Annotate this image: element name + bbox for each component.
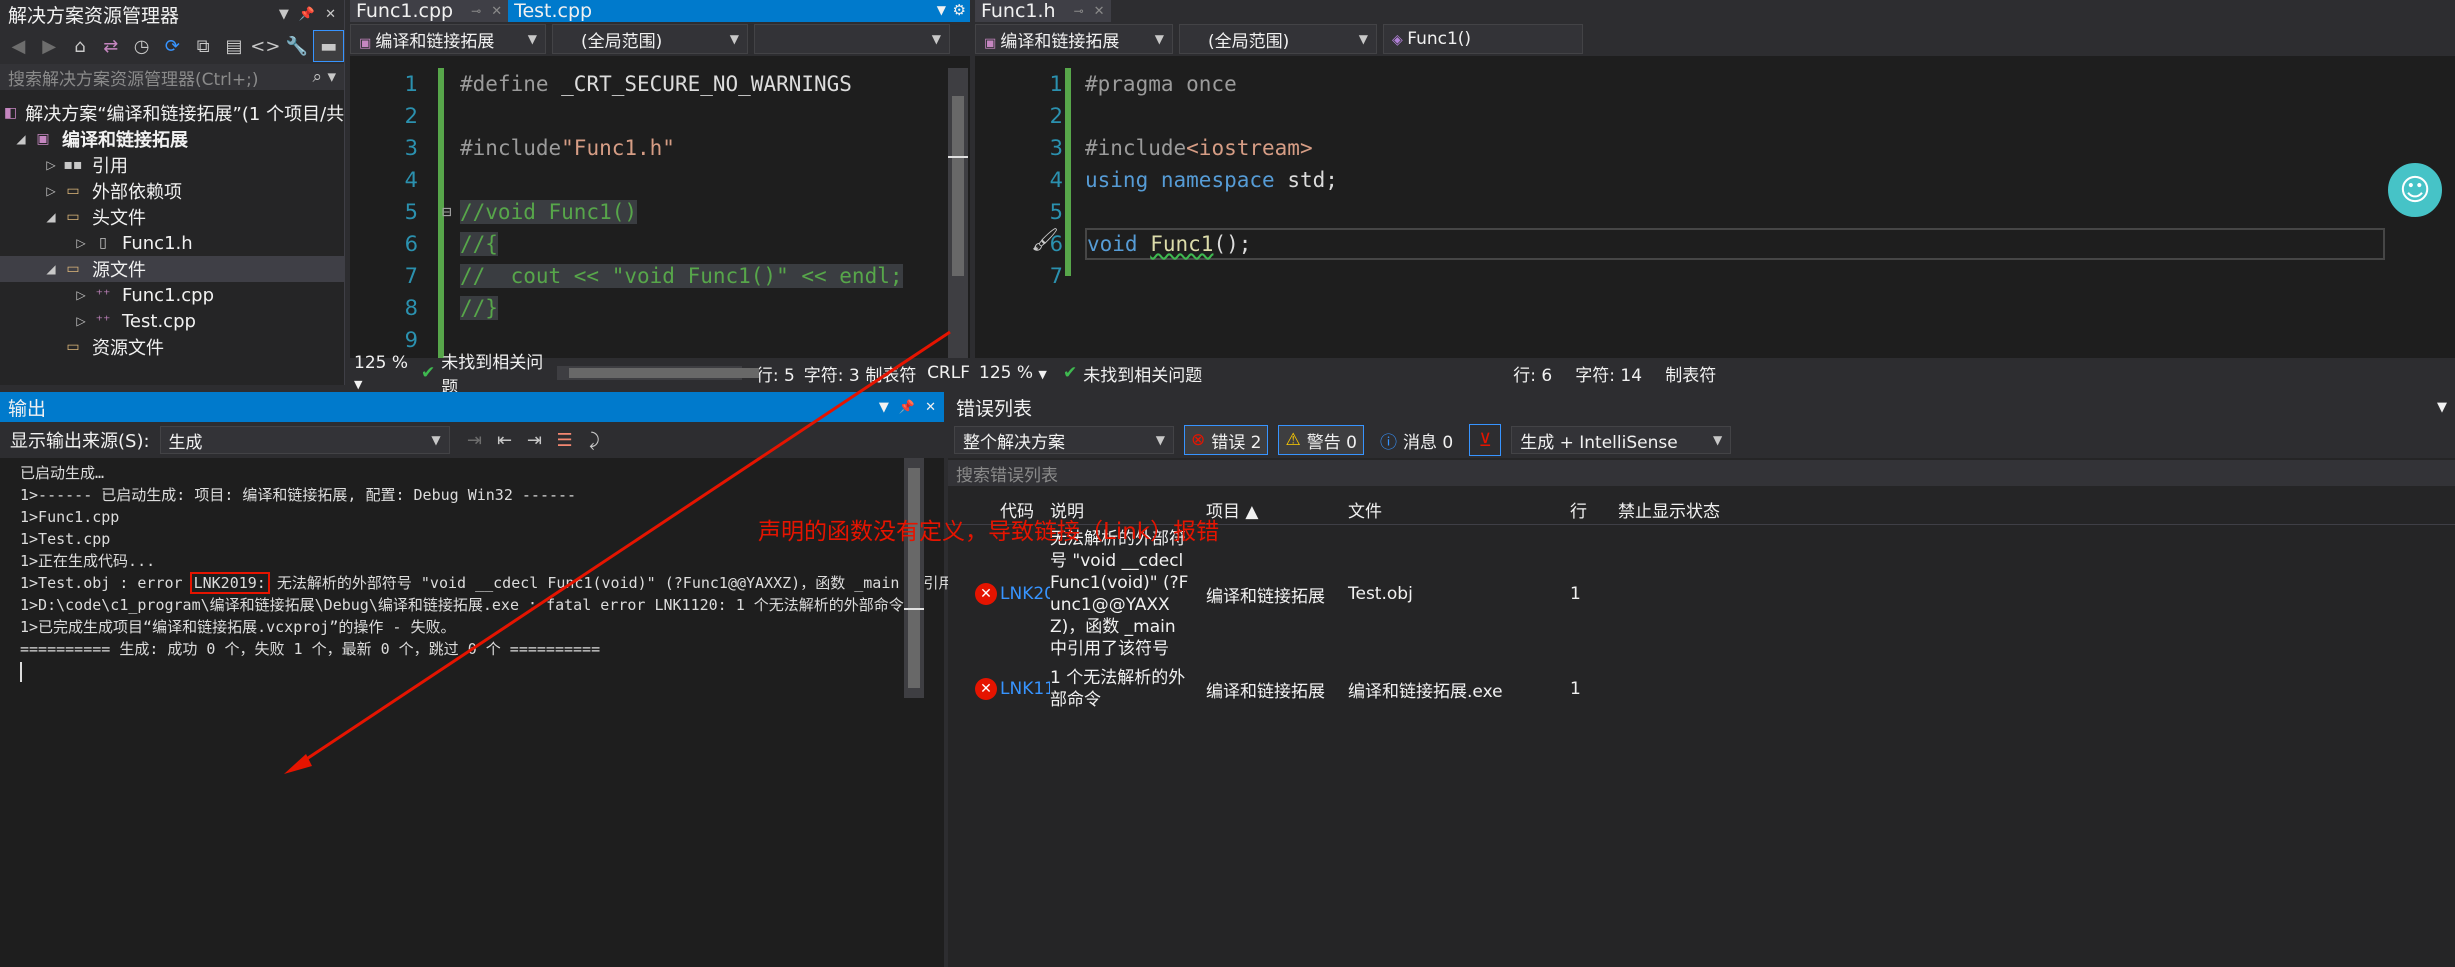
annotation-arrow (284, 330, 951, 774)
